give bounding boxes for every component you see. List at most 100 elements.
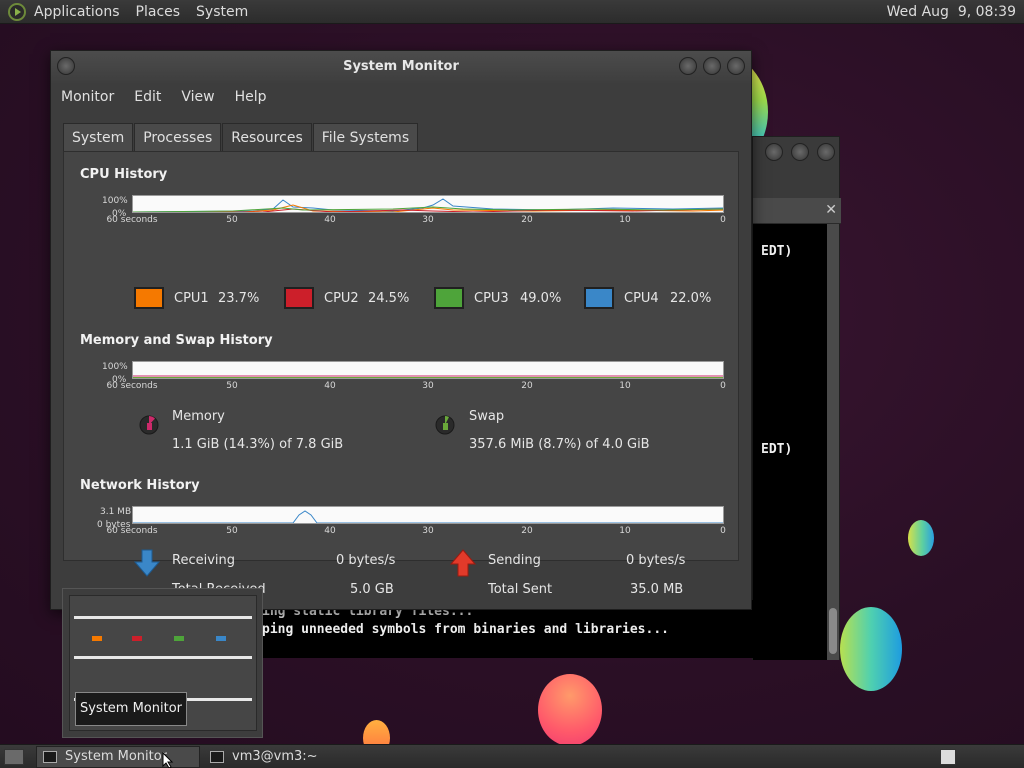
- terminal-tabbar: ✕: [753, 198, 841, 224]
- minimize-button[interactable]: [679, 57, 697, 75]
- tick-label: 20: [521, 526, 533, 536]
- total-sent-label: Total Sent: [488, 582, 553, 597]
- system-monitor-window[interactable]: System Monitor Monitor Edit View Help Sy…: [50, 50, 752, 610]
- minimize-button[interactable]: [765, 143, 783, 161]
- menu-help[interactable]: Help: [225, 89, 277, 105]
- cpu3-color-button[interactable]: [434, 287, 464, 309]
- tab-bar: System Processes Resources File Systems: [63, 123, 419, 151]
- places-menu[interactable]: Places: [136, 4, 181, 20]
- window-menu-button[interactable]: [57, 57, 75, 75]
- tick-label: 0: [720, 381, 726, 391]
- tick-label: 40: [324, 215, 336, 225]
- tick-label: 30: [422, 381, 434, 391]
- terminal-window[interactable]: ✕ EDT) EDT): [752, 136, 841, 660]
- memory-history-graph: [132, 361, 724, 379]
- resources-panel: CPU History 100% 0% 60 seconds 50 40 30 …: [63, 151, 739, 597]
- terminal-icon: [210, 750, 224, 763]
- receiving-arrow-icon[interactable]: [134, 549, 160, 577]
- window-titlebar[interactable]: System Monitor: [51, 51, 751, 83]
- show-desktop-icon[interactable]: [4, 748, 24, 765]
- tab-file-systems[interactable]: File Systems: [312, 123, 419, 151]
- cpu-history-graph: [132, 195, 724, 213]
- cpu3-label: CPU3: [474, 291, 509, 306]
- system-monitor-icon: [43, 750, 57, 763]
- taskbar-item-system-monitor[interactable]: System Monitor: [36, 745, 200, 768]
- close-button[interactable]: [817, 143, 835, 161]
- memory-value: 1.1 GiB (14.3%) of 7.8 GiB: [172, 437, 344, 452]
- scrollbar-thumb[interactable]: [829, 608, 837, 654]
- taskbar-item-terminal[interactable]: vm3@vm3:~: [204, 746, 324, 768]
- network-graph-lines: [133, 510, 723, 523]
- tick-label: 0: [720, 215, 726, 225]
- cpu-y-top: 100%: [102, 196, 128, 206]
- tab-system[interactable]: System: [63, 123, 134, 151]
- task-label: vm3@vm3:~: [232, 749, 318, 764]
- workspace-switcher-icon[interactable]: [940, 748, 956, 765]
- applications-menu[interactable]: Applications: [34, 4, 120, 20]
- network-history-graph: [132, 506, 724, 524]
- cpu4-value: 22.0%: [670, 291, 712, 306]
- sending-arrow-icon[interactable]: [450, 549, 476, 577]
- tick-label: 30: [422, 215, 434, 225]
- cpu2-color-button[interactable]: [284, 287, 314, 309]
- memory-graph-lines: [133, 375, 723, 378]
- tick-label: 40: [324, 526, 336, 536]
- close-button[interactable]: [727, 57, 745, 75]
- tick-label: 20: [521, 381, 533, 391]
- cpu1-color-button[interactable]: [134, 287, 164, 309]
- task-label: System Monitor: [65, 749, 168, 764]
- wallpaper-bubble: [538, 674, 602, 746]
- top-panel: Applications Places System Wed Aug 9, 08…: [0, 0, 1024, 24]
- system-menu[interactable]: System: [196, 4, 248, 20]
- tick-label: 0: [720, 526, 726, 536]
- terminal-line: ping unneeded symbols from binaries and …: [262, 622, 669, 637]
- tick-label: 50: [226, 215, 238, 225]
- tick-label: 10: [619, 526, 631, 536]
- tick-label: 50: [226, 526, 238, 536]
- terminal-line: EDT): [761, 244, 793, 259]
- sending-label: Sending: [488, 553, 541, 568]
- tab-processes[interactable]: Processes: [134, 123, 222, 151]
- maximize-button[interactable]: [703, 57, 721, 75]
- cpu1-value: 23.7%: [218, 291, 260, 306]
- cpu2-label: CPU2: [324, 291, 359, 306]
- mouse-cursor-icon: [162, 752, 174, 768]
- menu-edit[interactable]: Edit: [124, 89, 171, 105]
- tick-label: 10: [619, 215, 631, 225]
- cpu-graph-lines: [133, 198, 723, 212]
- tick-label: 50: [226, 381, 238, 391]
- cpu-history-title: CPU History: [80, 167, 168, 182]
- memory-pie-icon[interactable]: [138, 414, 160, 436]
- cpu3-value: 49.0%: [520, 291, 562, 306]
- menubar: Monitor Edit View Help: [51, 83, 751, 111]
- receiving-value: 0 bytes/s: [336, 553, 396, 568]
- menu-view[interactable]: View: [171, 89, 224, 105]
- maximize-button[interactable]: [791, 143, 809, 161]
- memory-label: Memory: [172, 409, 225, 424]
- close-tab-icon[interactable]: ✕: [825, 202, 837, 218]
- swap-pie-icon[interactable]: [434, 414, 456, 436]
- menu-logo-icon[interactable]: [8, 2, 26, 21]
- total-received-value: 5.0 GB: [350, 582, 394, 597]
- tick-label: 60 seconds: [106, 215, 158, 225]
- swap-label: Swap: [469, 409, 505, 424]
- tick-label: 60 seconds: [106, 526, 158, 536]
- tick-label: 30: [422, 526, 434, 536]
- menu-monitor[interactable]: Monitor: [51, 89, 124, 105]
- tick-label: 40: [324, 381, 336, 391]
- sending-value: 0 bytes/s: [626, 553, 686, 568]
- taskbar-tooltip: System Monitor: [75, 692, 187, 726]
- wallpaper-bubble: [840, 607, 902, 691]
- tick-label: 20: [521, 215, 533, 225]
- clock[interactable]: Wed Aug 9, 08:39: [887, 4, 1016, 20]
- receiving-label: Receiving: [172, 553, 236, 568]
- terminal-scrollbar[interactable]: [827, 224, 839, 660]
- cpu2-value: 24.5%: [368, 291, 410, 306]
- tab-resources[interactable]: Resources: [222, 123, 312, 151]
- terminal-screen[interactable]: EDT) EDT): [753, 224, 829, 660]
- terminal-line: EDT): [761, 442, 793, 457]
- swap-value: 357.6 MiB (8.7%) of 4.0 GiB: [469, 437, 650, 452]
- cpu4-color-button[interactable]: [584, 287, 614, 309]
- window-title: System Monitor: [343, 59, 459, 74]
- wallpaper-bubble: [908, 520, 934, 556]
